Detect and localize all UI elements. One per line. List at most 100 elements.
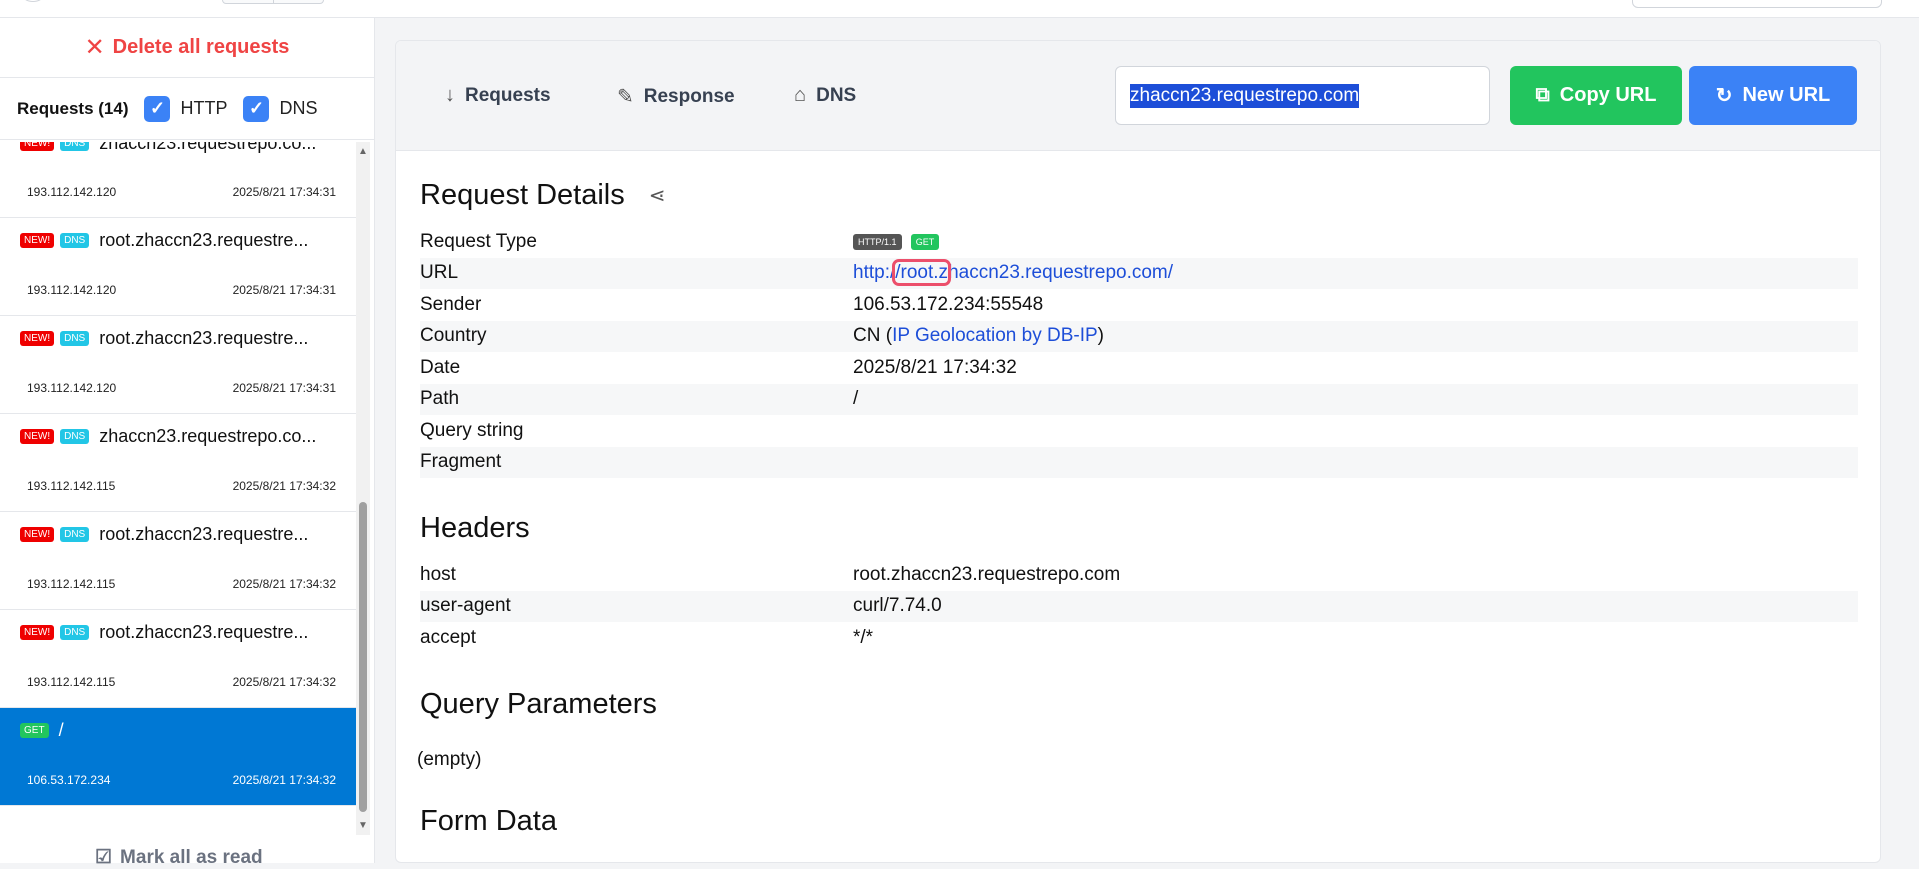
list-item[interactable]: NEW! DNS zhaccn23.requestrepo.co... 193.… <box>0 414 356 512</box>
list-item[interactable]: NEW! DNS root.zhaccn23.requestre... 193.… <box>0 218 356 316</box>
request-name: root.zhaccn23.requestre... <box>99 524 309 544</box>
requests-header: Requests (14) ✓ HTTP ✓ DNS <box>0 78 374 140</box>
request-name: root.zhaccn23.requestre... <box>99 622 309 642</box>
share-icon[interactable]: ⋖ <box>649 183 666 208</box>
copy-icon: ⧉ <box>1535 84 1550 106</box>
request-ip: 193.112.142.115 <box>27 675 116 689</box>
request-url-link[interactable]: http://root.zhaccn23.requestrepo.com/ <box>853 259 1174 287</box>
scrollbar-thumb[interactable] <box>359 502 367 812</box>
request-name: zhaccn23.requestrepo.co... <box>99 426 317 446</box>
details-content: Request Details ⋖ Request Type HTTP/1.1 … <box>396 179 1880 838</box>
request-details-table: Request Type HTTP/1.1 GET URL http://roo… <box>420 226 1858 478</box>
request-ip: 106.53.172.234 <box>27 773 111 787</box>
country-close: ) <box>1097 325 1104 347</box>
new-badge: NEW! <box>20 527 55 542</box>
list-item-selected[interactable]: GET / 106.53.172.234 2025/8/21 17:34:32 <box>0 708 356 806</box>
new-badge: NEW! <box>20 142 55 151</box>
type-badge: DNS <box>60 429 90 444</box>
row-value: root.zhaccn23.requestrepo.com <box>853 563 1121 585</box>
row-key: Path <box>420 383 853 415</box>
row-key: user-agent <box>420 590 853 622</box>
top-right-field[interactable] <box>1632 0 1882 8</box>
query-parameters-empty: (empty) <box>417 748 482 770</box>
copy-url-button[interactable]: ⧉ Copy URL <box>1510 66 1682 125</box>
country-code: CN ( <box>853 325 893 347</box>
query-parameters-title: Query Parameters <box>420 687 657 720</box>
top-circle-control[interactable] <box>22 0 44 2</box>
scroll-up-icon[interactable]: ▲ <box>358 146 368 157</box>
http-version-badge: HTTP/1.1 <box>853 233 902 250</box>
top-segmented-control[interactable] <box>222 0 324 4</box>
row-key: host <box>420 563 456 585</box>
request-time: 2025/8/21 17:34:32 <box>232 675 336 689</box>
requests-count-title: Requests (14) <box>17 98 129 118</box>
arrow-down-icon: ↓ <box>445 84 455 106</box>
request-details-title: Request Details <box>420 179 625 211</box>
row-value <box>853 415 1858 447</box>
request-ip: 193.112.142.120 <box>27 283 117 297</box>
delete-all-button[interactable]: ✕ Delete all requests <box>0 18 374 78</box>
list-item[interactable]: NEW! DNS root.zhaccn23.requestre... 193.… <box>0 610 356 708</box>
list-item[interactable]: NEW! DNS root.zhaccn23.requestre... 193.… <box>0 512 356 610</box>
tab-requests[interactable]: ↓ Requests <box>445 84 551 107</box>
tab-dns[interactable]: ⌂ DNS <box>794 84 856 107</box>
request-time: 2025/8/21 17:34:31 <box>232 381 336 395</box>
type-badge: GET <box>20 723 49 738</box>
row-value: HTTP/1.1 GET <box>853 226 1858 258</box>
url-input-value: zhaccn23.requestrepo.com <box>1130 83 1360 108</box>
request-time: 2025/8/21 17:34:32 <box>232 479 336 493</box>
request-ip: 193.112.142.120 <box>27 381 117 395</box>
request-name: zhaccn23.requestrepo.co... <box>99 142 317 153</box>
form-data-title: Form Data <box>420 804 557 837</box>
table-row: user-agent curl/7.74.0 <box>420 590 1858 622</box>
type-badge: DNS <box>60 142 90 151</box>
row-value: / <box>853 383 1858 415</box>
request-name: / <box>58 720 64 740</box>
row-key: Sender <box>420 293 482 315</box>
row-value <box>853 446 1858 478</box>
type-badge: DNS <box>60 527 90 542</box>
request-time: 2025/8/21 17:34:32 <box>232 773 336 787</box>
tab-response-label: Response <box>643 85 735 107</box>
http-filter-label: HTTP <box>180 98 228 118</box>
type-badge: DNS <box>60 331 90 346</box>
request-time: 2025/8/21 17:34:31 <box>232 283 336 297</box>
headers-table: host root.zhaccn23.requestrepo.com user-… <box>420 559 1858 654</box>
tab-dns-label: DNS <box>816 84 857 106</box>
list-item[interactable]: NEW! DNS zhaccn23.requestrepo.co... 193.… <box>0 142 356 218</box>
top-bar <box>0 0 1919 18</box>
request-name: root.zhaccn23.requestre... <box>99 328 309 348</box>
delete-all-label: Delete all requests <box>112 36 290 58</box>
row-value: 2025/8/21 17:34:32 <box>853 356 1017 378</box>
table-row: Request Type HTTP/1.1 GET <box>420 226 1858 258</box>
new-url-label: New URL <box>1742 84 1831 106</box>
mark-all-read-label: Mark all as read <box>120 846 263 868</box>
dns-filter-label: DNS <box>279 98 318 118</box>
table-row: URL http://root.zhaccn23.requestrepo.com… <box>420 257 1858 289</box>
url-input[interactable]: zhaccn23.requestrepo.com <box>1115 66 1490 125</box>
checkmark-icon: ✓ <box>144 95 171 122</box>
dns-filter-checkbox[interactable]: ✓ DNS <box>243 95 318 122</box>
main-panel: ↓ Requests ✎ Response ⌂ DNS zhaccn23.req… <box>395 40 1881 863</box>
table-row: Path / <box>420 383 1858 415</box>
toolbar: ↓ Requests ✎ Response ⌂ DNS zhaccn23.req… <box>396 41 1880 151</box>
geolocation-link[interactable]: IP Geolocation by DB-IP <box>892 325 1098 346</box>
new-url-button[interactable]: ↻ New URL <box>1689 66 1857 125</box>
new-badge: NEW! <box>20 429 55 444</box>
http-filter-checkbox[interactable]: ✓ HTTP <box>144 95 228 122</box>
table-row: Fragment <box>420 446 1858 478</box>
table-row: Sender 106.53.172.234:55548 <box>420 289 1858 321</box>
row-key: Request Type <box>420 230 537 252</box>
url-part: haccn23.requestrepo.com/ <box>948 262 1174 284</box>
tab-response[interactable]: ✎ Response <box>617 84 735 109</box>
row-value: CN (IP Geolocation by DB-IP) <box>853 320 1858 352</box>
row-value: 106.53.172.234:55548 <box>853 293 1044 315</box>
row-key: URL <box>420 257 853 289</box>
list-item[interactable]: NEW! DNS root.zhaccn23.requestre... 193.… <box>0 316 356 414</box>
new-badge: NEW! <box>20 331 55 346</box>
mark-all-read-button[interactable]: ☑ Mark all as read <box>95 846 263 869</box>
list-scrollbar[interactable]: ▲ ▼ <box>356 142 370 835</box>
type-badge: DNS <box>60 625 90 640</box>
method-badge: GET <box>910 233 940 250</box>
scroll-down-icon[interactable]: ▼ <box>358 820 368 831</box>
